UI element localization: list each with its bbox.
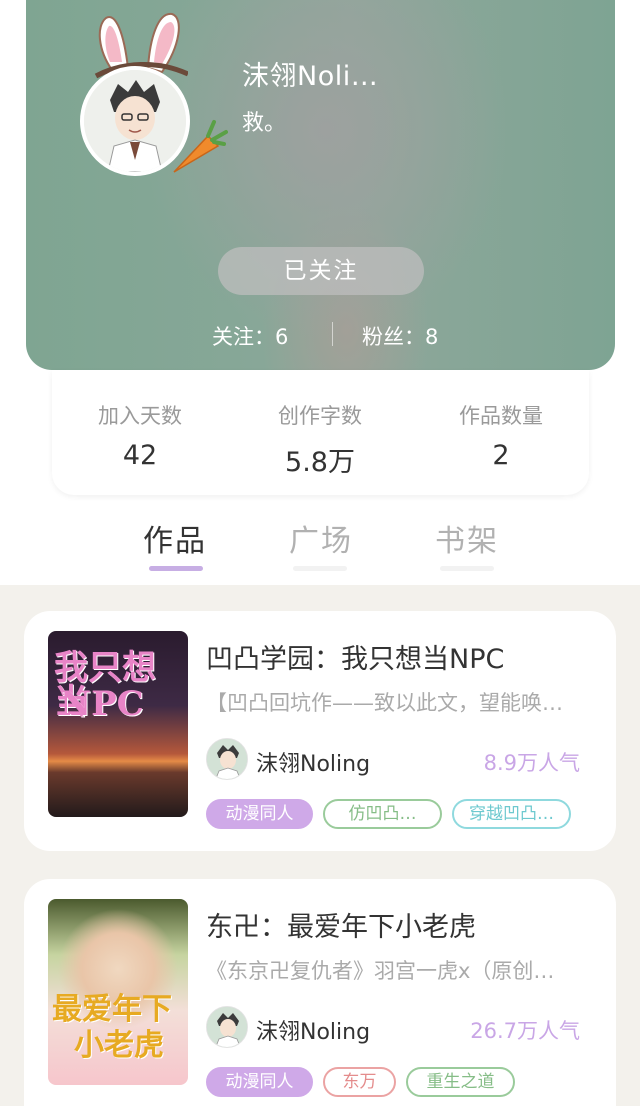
book-title[interactable]: 东卍：最爱年下小老虎 — [206, 905, 476, 944]
cover-title: 最爱年下 — [52, 992, 172, 1027]
tag[interactable]: 穿越凹凸… — [452, 799, 571, 829]
stat-works-count: 作品数量 2 — [421, 400, 581, 471]
follow-button[interactable]: 已关注 — [218, 247, 424, 295]
author-avatar[interactable] — [206, 738, 248, 780]
stat-word-count: 创作字数 5.8万 — [240, 400, 400, 479]
stat-value: 42 — [122, 440, 158, 471]
author-avatar[interactable] — [206, 1006, 248, 1048]
stat-label: 加入天数 — [98, 404, 182, 428]
user-avatar[interactable] — [80, 10, 230, 176]
tab-square[interactable]: 广场 — [289, 516, 353, 560]
author-stats-card: 加入天数 42 创作字数 5.8万 作品数量 2 — [52, 370, 589, 495]
book-card[interactable]: 最爱年下 小老虎 东卍：最爱年下小老虎 《东京卍复仇者》羽宫一虎x（原创… 沫翎… — [24, 879, 616, 1106]
tag[interactable]: 重生之道 — [406, 1067, 515, 1097]
book-description: 【凹凸回坑作——致以此文，望能唤… — [206, 691, 563, 715]
tag[interactable]: 动漫同人 — [206, 1067, 313, 1097]
tag[interactable]: 动漫同人 — [206, 799, 313, 829]
popularity-count: 8.9万人气 — [483, 751, 580, 775]
stat-value: 5.8万 — [285, 447, 355, 478]
popularity-count: 26.7万人气 — [470, 1019, 580, 1043]
author-name[interactable]: 沫翎Noling — [256, 1014, 370, 1046]
tab-indicator — [440, 566, 494, 571]
author-name[interactable]: 沫翎Noling — [256, 746, 370, 778]
profile-header: 沫翎Noli… 救。 已关注 关注：6 粉丝：8 — [26, 0, 615, 370]
author-avatar-icon — [207, 739, 247, 779]
stat-label: 创作字数 — [278, 404, 362, 428]
active-tab-indicator — [149, 566, 203, 571]
book-cover[interactable]: 最爱年下 小老虎 — [48, 899, 188, 1085]
book-title[interactable]: 凹凸学园：我只想当NPC — [206, 637, 504, 676]
following-count[interactable]: 关注：6 — [212, 321, 288, 351]
username: 沫翎Noli… — [242, 61, 379, 92]
user-bio: 救。 — [242, 111, 287, 136]
tab-works[interactable]: 作品 — [143, 516, 207, 560]
stat-value: 2 — [492, 440, 510, 471]
fans-count[interactable]: 粉丝：8 — [362, 321, 438, 351]
book-description: 《东京卍复仇者》羽宫一虎x（原创… — [206, 959, 555, 983]
stat-join-days: 加入天数 42 — [60, 400, 220, 471]
follow-stats: 关注：6 粉丝：8 — [26, 318, 615, 352]
cover-title: NPC — [60, 684, 144, 724]
content-tabs: 作品 广场 书架 — [0, 510, 640, 580]
cover-title: 小老虎 — [74, 1028, 164, 1063]
divider — [332, 322, 333, 346]
author-avatar-icon — [207, 1007, 247, 1047]
tag[interactable]: 仿凹凸… — [323, 799, 442, 829]
carrot-icon — [173, 120, 228, 173]
tab-bookshelf[interactable]: 书架 — [435, 516, 499, 560]
stat-label: 作品数量 — [459, 404, 543, 428]
tab-indicator — [293, 566, 347, 571]
book-card[interactable]: 我只想当 NPC 凹凸学园：我只想当NPC 【凹凸回坑作——致以此文，望能唤… … — [24, 611, 616, 851]
book-cover[interactable]: 我只想当 NPC — [48, 631, 188, 817]
tag[interactable]: 东万 — [323, 1067, 396, 1097]
